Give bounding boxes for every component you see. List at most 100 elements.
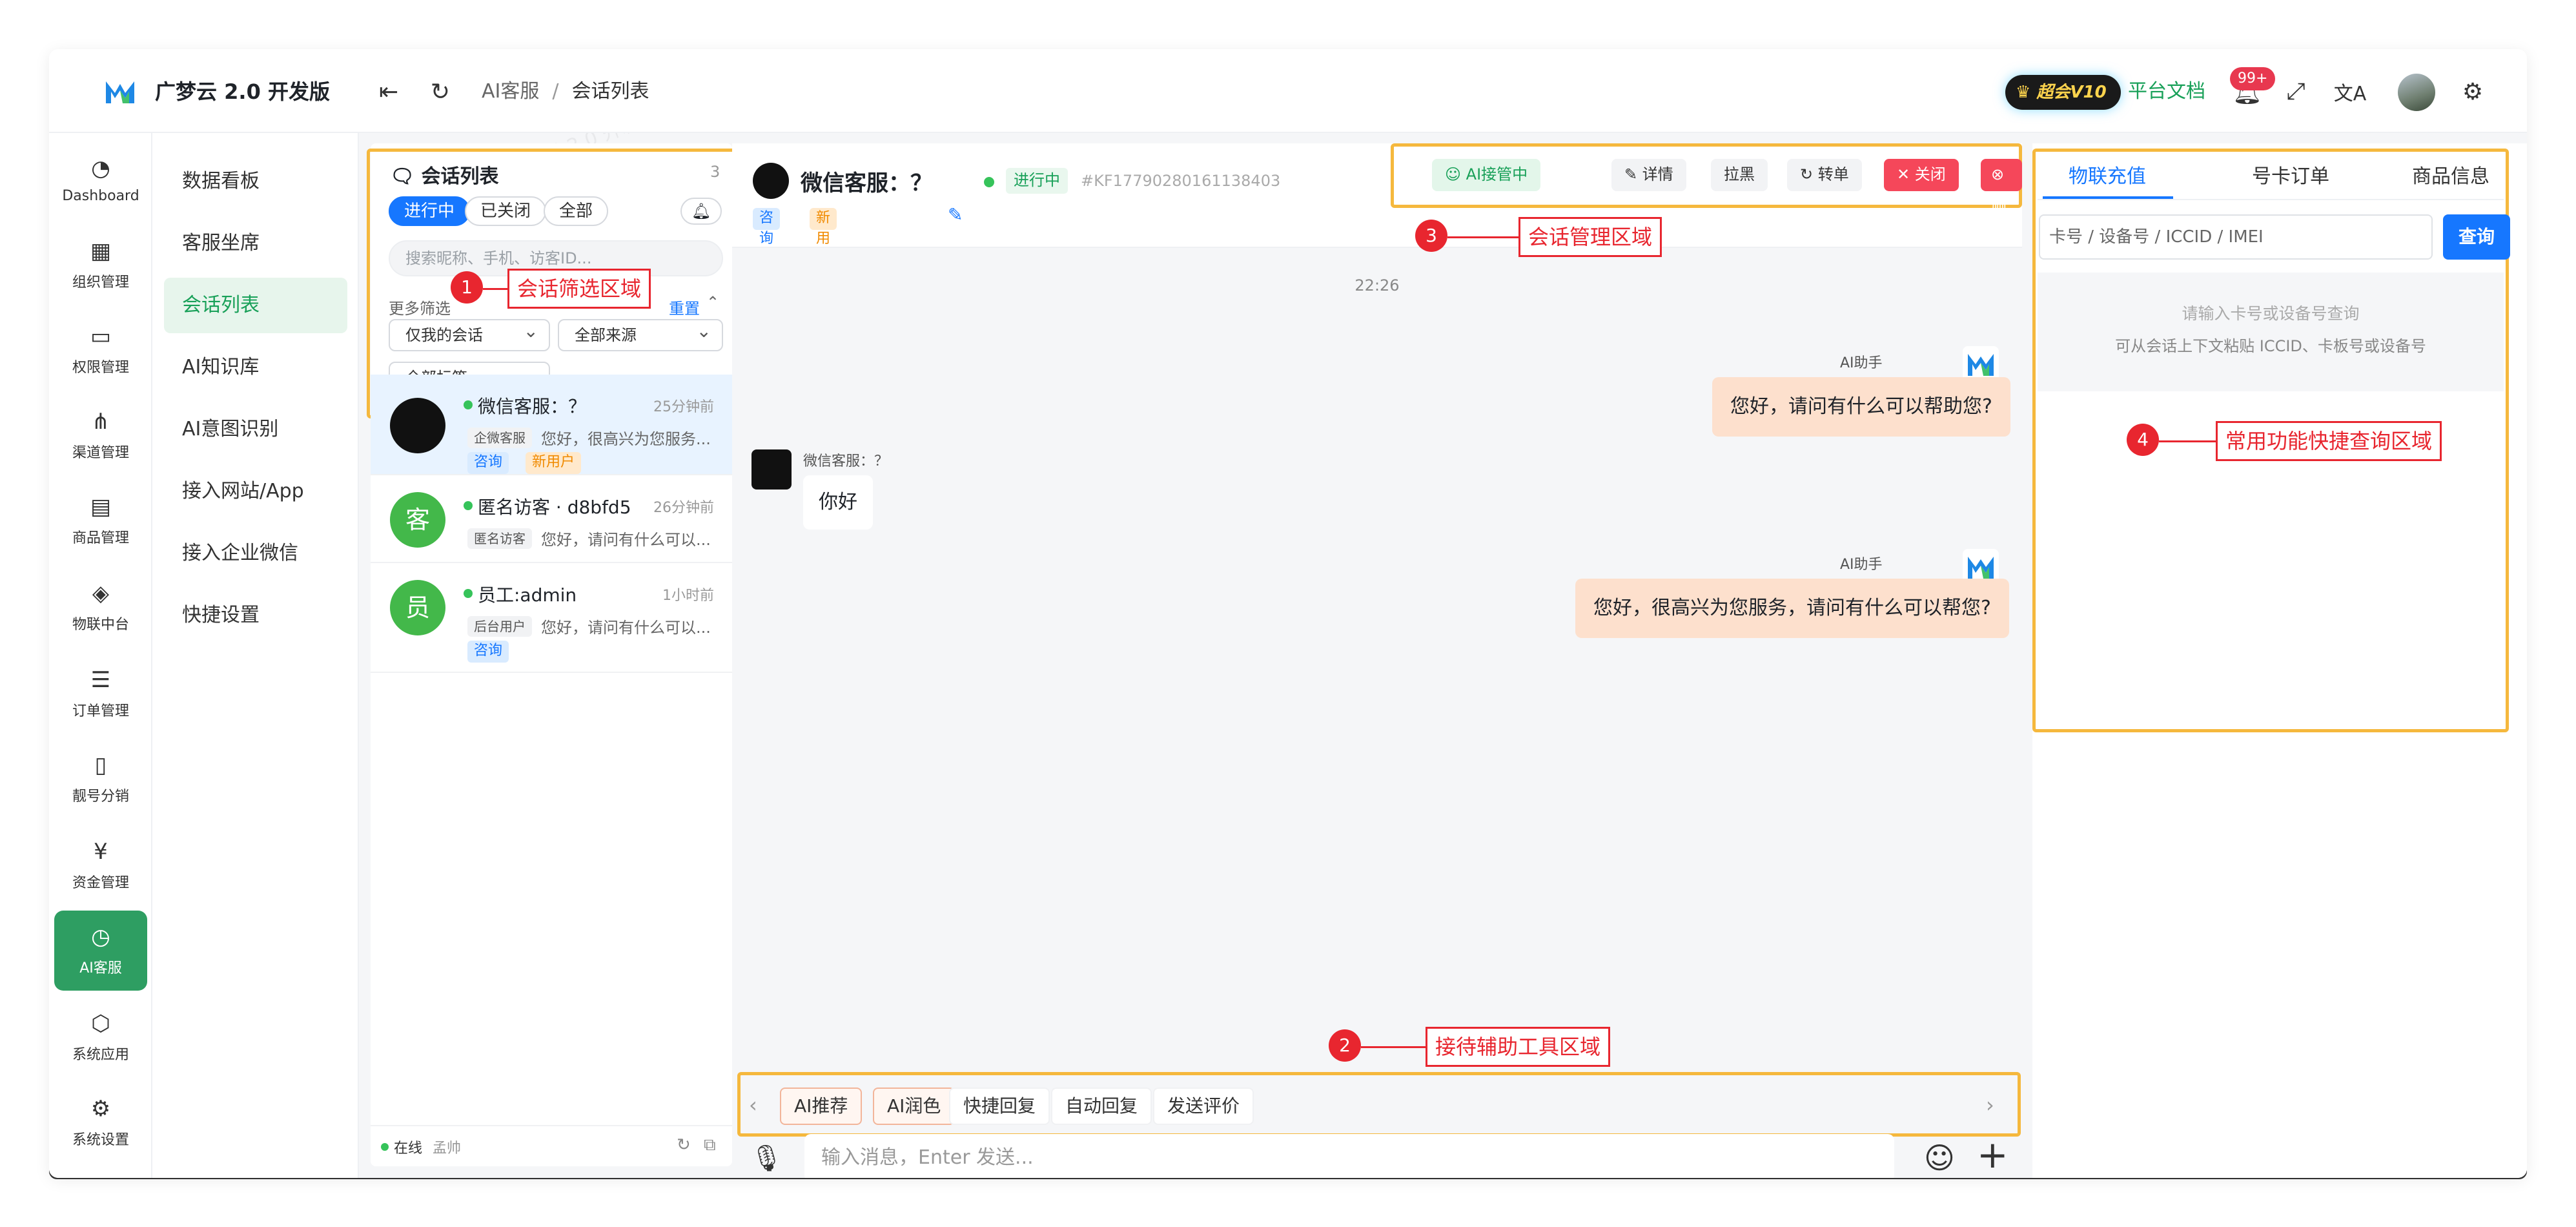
chevron-left-icon[interactable]: ‹ (749, 1093, 757, 1117)
microphone-icon[interactable]: 🎙︎ (750, 1143, 783, 1173)
rail-item[interactable]: ▦ 组织管理 (54, 225, 147, 305)
rail-item[interactable]: ⚙ 系统设置 (54, 1082, 147, 1162)
conversation-time: 26分钟前 (653, 500, 714, 516)
submenu-item[interactable]: 快捷设置 (164, 588, 347, 643)
rail-item[interactable]: ◷ AI客服 (54, 911, 147, 991)
auto-reply-button[interactable]: 自动回复 (1051, 1088, 1152, 1125)
message-input[interactable]: 输入消息，Enter 发送... (804, 1134, 1894, 1178)
fullscreen-icon[interactable]: ⤢ (2279, 75, 2313, 108)
ai-recommend-button[interactable]: AI推荐 (780, 1088, 863, 1125)
vip-badge[interactable]: ♛ 超会V10 (2005, 75, 2121, 110)
translate-icon[interactable]: 文A (2333, 75, 2367, 108)
online-dot (464, 400, 473, 409)
select-my-conversations[interactable]: 仅我的会话 (389, 316, 550, 351)
chat-header: 微信客服：？ 进行中 #KF17790280161138403 咨询 新用户 ✎… (732, 143, 2022, 267)
conversation-preview: 您好，请问有什么可以... (541, 531, 711, 549)
tab-card-orders[interactable]: 号卡订单 (2252, 160, 2329, 189)
chevron-right-icon[interactable]: › (1986, 1093, 1994, 1117)
filter-chip-closed[interactable]: 已关闭 (465, 196, 547, 226)
message-list: 22:26 AI助手 您好，请问有什么可以帮助您? 微信客服：？ 你好 AI助手… (732, 248, 2022, 1072)
conversation-item[interactable]: 客 匿名访客 · d8bfd5 26分钟前 匿名访客 您好，请问有什么可以... (371, 475, 732, 563)
send-rating-button[interactable]: 发送评价 (1153, 1088, 1254, 1125)
annotation-label-4: 常用功能快捷查询区域 (2216, 421, 2442, 461)
delete-session-button[interactable]: ⊗ 删除 (1981, 159, 2022, 245)
submenu-item[interactable]: 会话列表 (164, 278, 347, 333)
annotation-marker-1: 1 (451, 271, 483, 304)
submenu-item[interactable]: 接入网站/App (164, 464, 347, 519)
app-window: 广梦云 2.0 开发版 #1 广梦云 2.0 开发版 #1 广梦云 2.0 开发… (49, 49, 2527, 1178)
rail-item[interactable]: ☰ 订单管理 (54, 654, 147, 734)
submenu-item[interactable]: 数据看板 (164, 154, 347, 209)
rail-item[interactable]: ¥ 资金管理 (54, 825, 147, 905)
rail-item[interactable]: ◈ 物联中台 (54, 567, 147, 647)
emoji-icon[interactable]: ☺ (1924, 1140, 1955, 1175)
conversation-time: 25分钟前 (653, 399, 714, 415)
annotation-marker-4: 4 (2127, 424, 2159, 456)
rail-item-label: 组织管理 (72, 274, 129, 291)
more-filters-label: 更多筛选 (389, 300, 451, 318)
settings-gear-icon[interactable]: ⚙ (2456, 75, 2489, 108)
rail-item[interactable]: ▯ 靓号分销 (54, 739, 147, 819)
plus-icon[interactable]: + (1977, 1135, 2009, 1174)
external-link-icon[interactable]: ⧉ (704, 1135, 716, 1155)
crown-icon: ♛ (2016, 83, 2037, 102)
conversation-name: 微信客服：？ (478, 396, 587, 417)
yen-icon: ¥ (94, 839, 108, 865)
online-dot (464, 501, 473, 510)
reset-filters-link[interactable]: 重置 (669, 296, 700, 318)
rail-item[interactable]: ⬡ 系统应用 (54, 997, 147, 1077)
conversation-avatar: 客 (390, 492, 445, 548)
quick-reply-button[interactable]: 快捷回复 (949, 1088, 1050, 1125)
collapse-menu-icon[interactable]: ⇤ (372, 75, 405, 108)
message-bubble: 您好，很高兴为您服务，请问有什么可以帮您? (1575, 579, 2009, 638)
rail-item[interactable]: ◔ Dashboard (54, 139, 147, 220)
tab-iot-recharge[interactable]: 物联充值 (2069, 160, 2146, 189)
conversation-item[interactable]: 员 员工:admin 1小时前 后台用户 您好，请问有什么可以... 咨询 (371, 563, 732, 673)
refresh-icon[interactable]: ↻ (424, 75, 457, 108)
submenu-item[interactable]: 接入企业微信 (164, 526, 347, 581)
query-hint-primary: 请输入卡号或设备号查询 (2182, 304, 2360, 323)
monitor-icon: ▭ (90, 324, 112, 349)
online-dot (984, 177, 994, 187)
filter-chip-all[interactable]: 全部 (544, 196, 609, 226)
detail-button[interactable]: ✎ 详情 (1611, 159, 1686, 191)
user-avatar[interactable] (2398, 74, 2435, 111)
bell-filter-icon[interactable]: 🔔︎ (680, 198, 722, 225)
card-query-input[interactable]: 卡号 / 设备号 / ICCID / IMEI (2039, 214, 2433, 260)
select-source[interactable]: 全部来源 (558, 316, 723, 351)
tab-product-info[interactable]: 商品信息 (2412, 160, 2489, 189)
conversation-tag: 新用户 (526, 452, 582, 474)
smile-icon: ☺ (1445, 165, 1466, 183)
query-button[interactable]: 查询 (2443, 214, 2510, 260)
ai-polish-button[interactable]: AI润色 (873, 1088, 956, 1125)
breadcrumb-item[interactable]: AI客服 (482, 80, 539, 103)
rail-item[interactable]: ▭ 权限管理 (54, 310, 147, 390)
conversation-name: 员工:admin (478, 584, 577, 606)
sync-icon[interactable]: ↻ (677, 1135, 691, 1155)
submenu-item[interactable]: AI知识库 (164, 340, 347, 395)
transfer-button[interactable]: ↻ 转单 (1787, 159, 1862, 191)
chevron-up-icon[interactable]: ⌃ (706, 293, 719, 311)
ai-takeover-button[interactable]: ☺ AI接管中 (1432, 159, 1541, 191)
message-sender: AI助手 (1840, 557, 1883, 573)
blacklist-button[interactable]: 拉黑 (1711, 159, 1768, 191)
contact-avatar (753, 163, 789, 199)
assist-toolbar: ‹ AI推荐 AI润色 快捷回复 自动回复 发送评价 › (732, 1072, 2022, 1137)
close-session-button[interactable]: ✕ 关闭 (1884, 159, 1959, 191)
edit-tags-icon[interactable]: ✎ (948, 204, 963, 225)
rail-item-label: 系统设置 (72, 1132, 129, 1148)
conversation-time: 1小时前 (662, 588, 714, 604)
submenu-item[interactable]: AI意图识别 (164, 402, 347, 457)
rail-item-label: 资金管理 (72, 875, 129, 891)
platform-doc-link[interactable]: 平台文档 (2128, 75, 2205, 108)
store-icon: ▤ (90, 494, 112, 520)
filter-chip-ongoing[interactable]: 进行中 (389, 196, 471, 226)
rail-item-label: 靓号分销 (72, 789, 129, 805)
dashboard-icon: ◔ (91, 155, 110, 181)
conversation-item[interactable]: 微信客服：？ 25分钟前 企微客服 您好，很高兴为您服务... 咨询 新用户 (371, 375, 732, 475)
submenu-item[interactable]: 客服坐席 (164, 216, 347, 271)
conversation-name: 匿名访客 · d8bfd5 (478, 497, 631, 518)
rail-item[interactable]: ▤ 商品管理 (54, 480, 147, 561)
rail-item[interactable]: ⋔ 渠道管理 (54, 395, 147, 475)
conversation-count: 3 (710, 163, 721, 181)
